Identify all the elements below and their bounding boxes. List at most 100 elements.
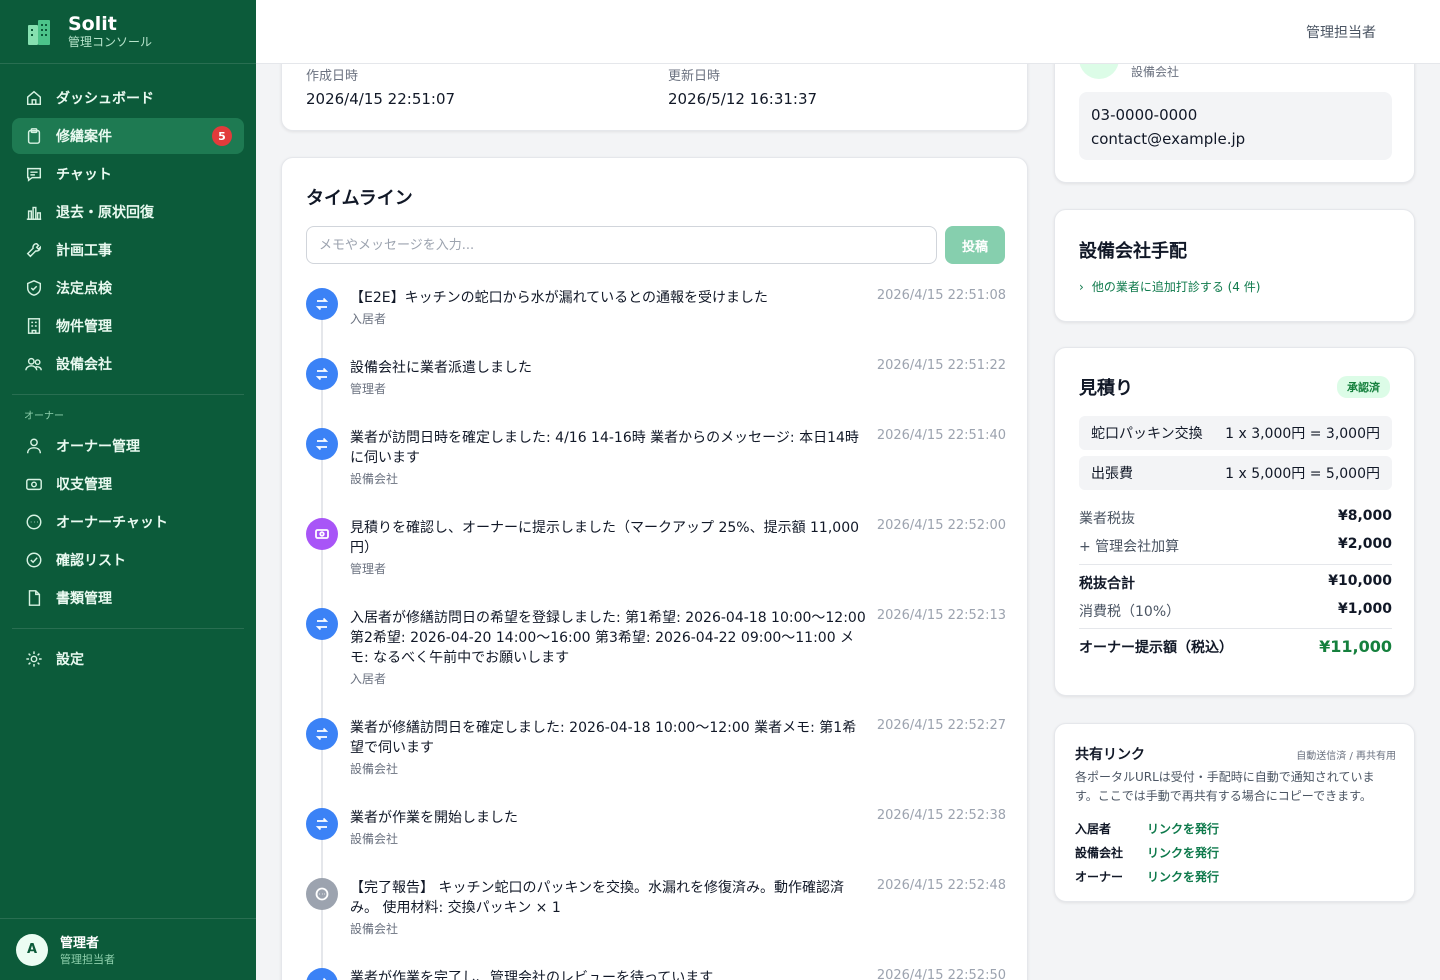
nav-item-dashboard[interactable]: ダッシュボード <box>12 80 244 116</box>
timeline-time: 2026/4/15 22:52:48 <box>876 878 1006 893</box>
nav-item-label: 収支管理 <box>56 477 112 493</box>
timeline-card: タイムライン 投稿 【E2E】キッチンの蛇口から水が漏れているとの通報を受けまし… <box>281 157 1028 980</box>
timeline-input[interactable] <box>306 226 937 264</box>
nav-item-label: 退去・原状回復 <box>56 205 154 221</box>
chevron-right-icon: › <box>1079 280 1084 294</box>
created-value: 2026/4/15 22:51:07 <box>306 90 456 108</box>
count-badge: 5 <box>212 126 232 146</box>
subtotal-value: ¥10,000 <box>1328 573 1392 589</box>
tax-row: 消費税（10%） ¥1,000 <box>1079 601 1392 621</box>
nav-item-settings[interactable]: 設定 <box>12 641 244 677</box>
nav-item-moveout[interactable]: 退去・原状回復 <box>12 194 244 230</box>
divider <box>1079 564 1392 565</box>
subtotal-label: 税抜合計 <box>1079 576 1135 592</box>
nav-item-label: 設定 <box>56 652 84 668</box>
gear-icon <box>24 649 44 669</box>
brand-title: Solit <box>68 12 117 35</box>
vendor-email[interactable]: contact@example.jp <box>1091 127 1380 151</box>
line-name: 蛇口パッキン交換 <box>1091 426 1203 442</box>
updated-value: 2026/5/12 16:31:37 <box>668 90 818 108</box>
money-icon <box>306 518 338 550</box>
timeline-text: 設備会社に業者派遣しました <box>350 360 532 376</box>
share-links-card: 共有リンク 自動送信済 / 再共有用 各ポータルURLは受付・手配時に自動で通知… <box>1054 723 1415 902</box>
swap-icon <box>306 808 338 840</box>
nav-item-documents[interactable]: 書類管理 <box>12 580 244 616</box>
timeline-text: 業者が作業を開始しました <box>350 810 518 826</box>
dispatch-title: 設備会社手配 <box>1079 241 1187 262</box>
markup-value: ¥2,000 <box>1337 536 1392 552</box>
nav-item-planned-work[interactable]: 計画工事 <box>12 232 244 268</box>
line-calc: 1 x 5,000円 = 5,000円 <box>1225 466 1380 482</box>
nav-item-label: チャット <box>56 167 112 183</box>
timeline-time: 2026/4/15 22:51:40 <box>876 428 1006 443</box>
add-vendor-link[interactable]: › 他の業者に追加打診する (4 件) <box>1079 278 1260 295</box>
timeline-title: タイムライン <box>306 188 413 209</box>
total-value: ¥11,000 <box>1319 637 1392 656</box>
post-button[interactable]: 投稿 <box>945 226 1005 264</box>
dispatch-card: 設備会社手配 › 他の業者に追加打診する (4 件) <box>1054 209 1415 322</box>
brand-subtitle: 管理コンソール <box>68 34 153 49</box>
wrench-icon <box>24 240 44 260</box>
nav-item-label: 法定点検 <box>56 281 112 297</box>
swap-icon <box>306 428 338 460</box>
share-who: 入居者 <box>1075 822 1112 836</box>
timeline-text: 見積りを確認し、オーナーに提示しました（マークアップ 25%、提示額 11,00… <box>350 520 860 556</box>
nav-divider <box>12 628 244 629</box>
user-name: 管理者 <box>60 936 100 951</box>
user-profile[interactable]: A 管理者 管理担当者 <box>0 918 256 980</box>
nav-item-owner-chat[interactable]: オーナーチャット <box>12 504 244 540</box>
nav-item-label: 確認リスト <box>56 553 126 569</box>
document-icon <box>24 588 44 608</box>
nav-item-repairs[interactable]: 修繕案件 5 <box>12 118 244 154</box>
line-name: 出張費 <box>1091 466 1133 482</box>
main-nav: ダッシュボード 修繕案件 5 チャット 退去・原状回復 計画工事 法定点検 物件… <box>0 64 256 677</box>
created-label: 作成日時 <box>306 69 359 84</box>
header-user-menu[interactable]: 管理担当者 <box>1306 22 1376 42</box>
nav-item-vendors[interactable]: 設備会社 <box>12 346 244 382</box>
swap-icon <box>306 608 338 640</box>
issue-link-button[interactable]: リンクを発行 <box>1147 820 1219 837</box>
issue-link-button[interactable]: リンクを発行 <box>1147 868 1219 885</box>
vendor-pre-tax-label: 業者税抜 <box>1079 511 1135 527</box>
estimate-line: 出張費 1 x 5,000円 = 5,000円 <box>1079 456 1392 490</box>
nav-item-inspection[interactable]: 法定点検 <box>12 270 244 306</box>
nav-item-label: 計画工事 <box>56 243 112 259</box>
chat-dots-icon <box>24 512 44 532</box>
building-chart-icon <box>24 202 44 222</box>
status-badge: 承認済 <box>1337 376 1390 398</box>
sidebar: Solit 管理コンソール ダッシュボード 修繕案件 5 チャット 退去・原状回… <box>0 0 256 980</box>
vendor-phone[interactable]: 03-0000-0000 <box>1091 103 1380 127</box>
nav-item-label: 修繕案件 <box>56 129 112 145</box>
share-title: 共有リンク <box>1075 747 1145 763</box>
timeline-actor: 設備会社 <box>350 832 399 846</box>
nav-item-label: 物件管理 <box>56 319 112 335</box>
nav-item-finance[interactable]: 収支管理 <box>12 466 244 502</box>
total-row: オーナー提示額（税込） ¥11,000 <box>1079 637 1392 657</box>
building-icon <box>24 316 44 336</box>
nav-item-chat[interactable]: チャット <box>12 156 244 192</box>
estimate-line: 蛇口パッキン交換 1 x 3,000円 = 3,000円 <box>1079 416 1392 450</box>
brand[interactable]: Solit 管理コンソール <box>0 0 256 64</box>
nav-item-checklist[interactable]: 確認リスト <box>12 542 244 578</box>
timeline-time: 2026/4/15 22:52:00 <box>876 518 1006 533</box>
timeline-time: 2026/4/15 22:52:27 <box>876 718 1006 733</box>
nav-item-label: オーナー管理 <box>56 439 140 455</box>
timeline-actor: 管理者 <box>350 382 387 396</box>
estimate-title: 見積り <box>1079 378 1133 399</box>
timeline-time: 2026/4/15 22:52:13 <box>876 608 1006 623</box>
issue-link-button[interactable]: リンクを発行 <box>1147 844 1219 861</box>
nav-item-label: 設備会社 <box>56 357 112 373</box>
clipboard-icon <box>24 126 44 146</box>
check-circle-icon <box>24 550 44 570</box>
timeline-text: 入居者が修繕訪問日の希望を登録しました: 第1希望: 2026-04-18 10… <box>350 610 866 666</box>
nav-item-owner-management[interactable]: オーナー管理 <box>12 428 244 464</box>
updated-label: 更新日時 <box>668 69 721 84</box>
nav-item-property[interactable]: 物件管理 <box>12 308 244 344</box>
share-row-tenant: 入居者 リンクを発行 <box>1075 820 1219 837</box>
timeline-actor: 管理者 <box>350 562 387 576</box>
divider <box>1079 628 1392 629</box>
share-who: オーナー <box>1075 870 1124 884</box>
timeline-actor: 入居者 <box>350 312 387 326</box>
chat-dots-icon <box>306 878 338 910</box>
line-calc: 1 x 3,000円 = 3,000円 <box>1225 426 1380 442</box>
